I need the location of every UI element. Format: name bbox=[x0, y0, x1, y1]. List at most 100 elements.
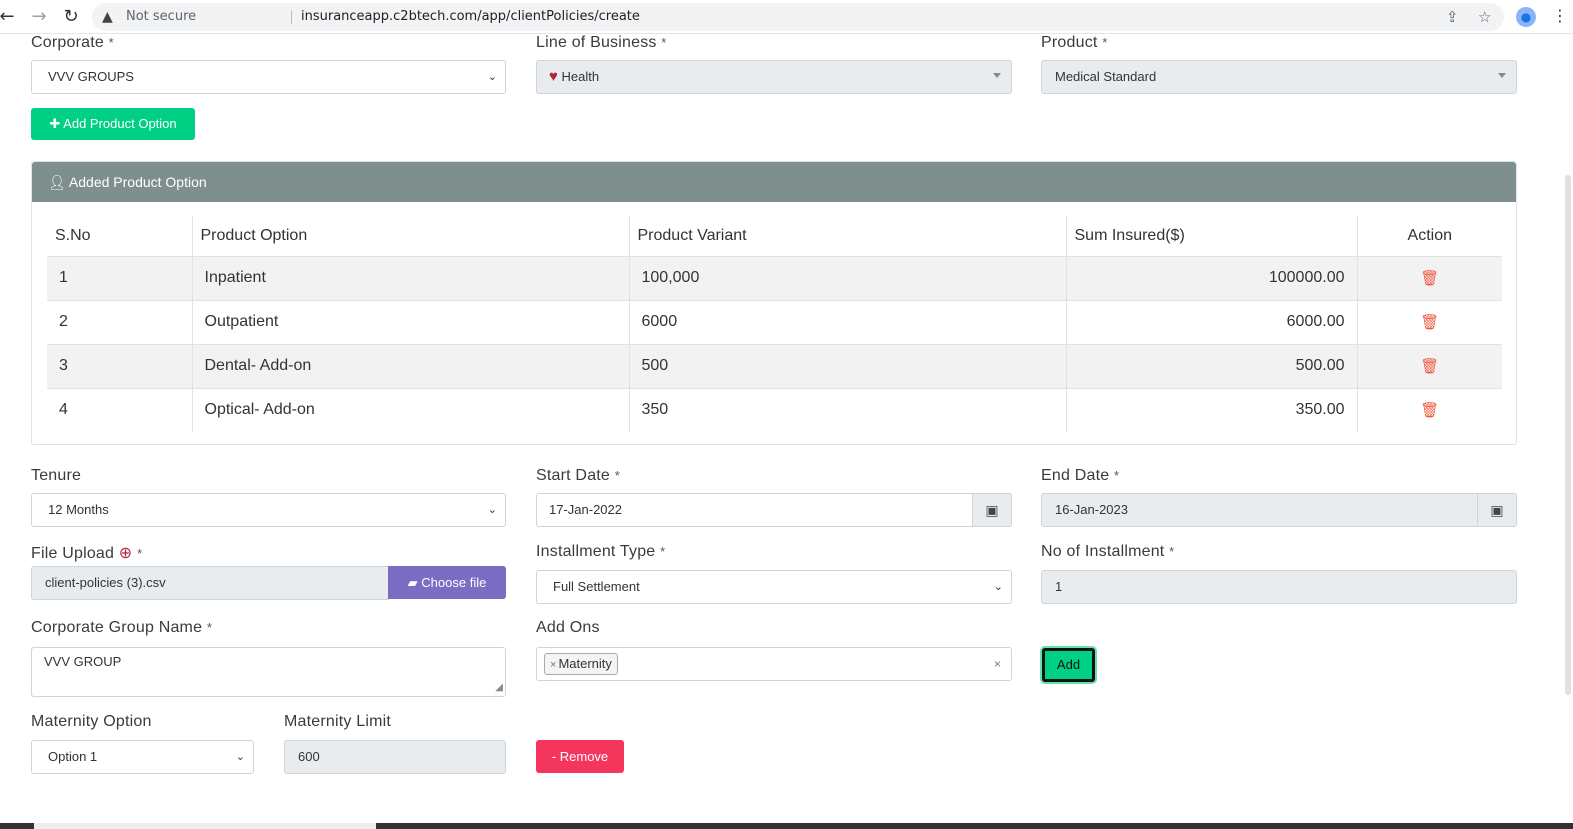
choose-file-button[interactable]: ▰ Choose file bbox=[388, 566, 506, 599]
required-mark: * bbox=[660, 544, 666, 559]
bookmark-star-icon[interactable]: ☆ bbox=[1478, 3, 1491, 31]
cell-sno: 2 bbox=[47, 299, 192, 344]
corporate-group-name-value: VVV GROUP bbox=[44, 654, 122, 669]
tenure-select[interactable]: 12 Months ⌄ bbox=[31, 493, 506, 527]
line-of-business-select[interactable]: ♥ Health bbox=[536, 60, 1012, 94]
cell-sum-insured: 6000.00 bbox=[1065, 299, 1357, 344]
table-row: 3 Dental- Add-on 500 500.00 🗑︎ bbox=[47, 343, 1502, 388]
corporate-value: VVV GROUPS bbox=[48, 69, 134, 84]
maternity-limit-value: 600 bbox=[298, 749, 320, 764]
cell-action: 🗑︎ bbox=[1356, 299, 1502, 344]
file-upload-label-text: File Upload bbox=[31, 545, 115, 562]
cell-product-variant: 350 bbox=[628, 387, 1066, 432]
add-on-tag: × Maternity bbox=[544, 653, 618, 675]
maternity-option-value: Option 1 bbox=[48, 749, 98, 764]
trash-icon[interactable]: 🗑︎ bbox=[1420, 314, 1439, 331]
maternity-limit-input[interactable]: 600 bbox=[284, 740, 506, 774]
table-row: 1 Inpatient 100,000 100000.00 🗑︎ bbox=[47, 255, 1502, 300]
menu-kebab-icon[interactable]: ⋮ bbox=[1552, 6, 1568, 25]
corporate-select[interactable]: VVV GROUPS ⌄ bbox=[31, 60, 506, 94]
chevron-down-icon: ⌄ bbox=[993, 581, 1003, 593]
no-of-installment-label: No of Installment * bbox=[1041, 543, 1174, 561]
table-row: 2 Outpatient 6000 6000.00 🗑︎ bbox=[47, 299, 1502, 344]
installment-type-select[interactable]: Full Settlement ⌄ bbox=[536, 570, 1012, 604]
cell-product-variant: 100,000 bbox=[628, 255, 1066, 300]
plus-icon: ✚ bbox=[49, 116, 61, 131]
line-of-business-label-text: Line of Business bbox=[536, 34, 657, 51]
header-sno: S.No bbox=[47, 216, 192, 257]
add-button[interactable]: Add bbox=[1042, 648, 1095, 682]
end-date-label-text: End Date bbox=[1041, 467, 1110, 484]
product-select[interactable]: Medical Standard bbox=[1041, 60, 1517, 94]
header-product-option: Product Option bbox=[191, 216, 629, 257]
horizontal-scrollbar[interactable] bbox=[34, 823, 376, 829]
cell-product-option: Outpatient bbox=[191, 299, 629, 344]
browser-toolbar: ← → ↻ ▲ Not secure insuranceapp.c2btech.… bbox=[0, 0, 1573, 34]
cell-sno: 1 bbox=[47, 255, 192, 300]
maternity-option-select[interactable]: Option 1 ⌄ bbox=[31, 740, 254, 774]
corporate-label-text: Corporate bbox=[31, 34, 104, 51]
vertical-scrollbar[interactable] bbox=[1565, 175, 1571, 695]
caret-down-icon bbox=[993, 73, 1001, 78]
remove-button[interactable]: - Remove bbox=[536, 740, 624, 773]
start-date-label-text: Start Date bbox=[536, 467, 611, 484]
trash-icon[interactable]: 🗑︎ bbox=[1420, 270, 1439, 287]
resize-handle-icon[interactable]: ◢ bbox=[495, 674, 503, 702]
trash-icon[interactable]: 🗑︎ bbox=[1420, 402, 1439, 419]
required-mark: * bbox=[1169, 544, 1175, 559]
chevron-down-icon: ⌄ bbox=[487, 504, 497, 516]
header-product-variant: Product Variant bbox=[628, 216, 1066, 257]
start-date-input[interactable]: 17-Jan-2022 ▣ bbox=[536, 493, 1012, 527]
corporate-group-name-label-text: Corporate Group Name bbox=[31, 619, 203, 636]
cell-product-option: Optical- Add-on bbox=[191, 387, 629, 432]
start-date-value: 17-Jan-2022 bbox=[549, 502, 622, 517]
maternity-option-label: Maternity Option bbox=[31, 713, 152, 730]
add-on-tag-label: Maternity bbox=[558, 656, 612, 671]
corporate-group-name-textarea[interactable]: VVV GROUP ◢ bbox=[31, 647, 506, 697]
tag-remove-icon[interactable]: × bbox=[550, 659, 556, 671]
share-icon[interactable]: ⇪ bbox=[1446, 3, 1459, 31]
no-of-installment-input[interactable]: 1 bbox=[1041, 570, 1517, 604]
installment-type-label-text: Installment Type bbox=[536, 543, 656, 560]
end-date-input[interactable]: 16-Jan-2023 ▣ bbox=[1041, 493, 1517, 527]
maternity-limit-label: Maternity Limit bbox=[284, 713, 392, 730]
chevron-down-icon: ⌄ bbox=[487, 71, 497, 83]
corporate-group-name-label: Corporate Group Name * bbox=[31, 619, 212, 637]
download-circle-icon[interactable]: ⊕ bbox=[119, 545, 133, 562]
trash-icon[interactable]: 🗑︎ bbox=[1420, 358, 1439, 375]
file-upload-input[interactable]: client-policies (3).csv bbox=[31, 566, 389, 600]
url-text[interactable]: insuranceapp.c2btech.com/app/clientPolic… bbox=[301, 3, 640, 31]
address-bar[interactable]: ▲ Not secure insuranceapp.c2btech.com/ap… bbox=[92, 3, 1504, 31]
corporate-label: Corporate * bbox=[31, 34, 114, 52]
required-mark: * bbox=[1102, 35, 1108, 50]
tenure-label: Tenure bbox=[31, 467, 82, 484]
calendar-icon[interactable]: ▣ bbox=[972, 493, 1012, 527]
installment-type-label: Installment Type * bbox=[536, 543, 665, 561]
forward-icon[interactable]: → bbox=[28, 6, 50, 28]
add-ons-multiselect[interactable]: × Maternity × bbox=[536, 647, 1012, 681]
cell-product-option: Dental- Add-on bbox=[191, 343, 629, 388]
cell-sno: 3 bbox=[47, 343, 192, 388]
bottom-bar bbox=[0, 823, 1573, 829]
calendar-icon[interactable]: ▣ bbox=[1477, 493, 1517, 527]
chevron-down-icon: ⌄ bbox=[235, 751, 245, 763]
cell-sno: 4 bbox=[47, 387, 192, 432]
required-mark: * bbox=[206, 620, 213, 635]
cell-sum-insured: 500.00 bbox=[1065, 343, 1357, 388]
folder-open-icon: ▰ bbox=[407, 575, 418, 590]
required-mark: * bbox=[661, 35, 667, 50]
required-mark: * bbox=[1113, 468, 1120, 483]
required-mark: * bbox=[614, 468, 620, 483]
product-value: Medical Standard bbox=[1055, 69, 1157, 84]
reload-icon[interactable]: ↻ bbox=[60, 6, 82, 28]
clear-icon[interactable]: × bbox=[994, 648, 1001, 680]
profile-avatar-icon[interactable]: ● bbox=[1516, 7, 1536, 27]
tenure-value: 12 Months bbox=[48, 502, 109, 517]
added-product-option-card: 👤︎ Added Product Option S.No Product Opt… bbox=[31, 161, 1517, 445]
choose-file-label: Choose file bbox=[421, 575, 487, 590]
cell-sum-insured: 350.00 bbox=[1065, 387, 1357, 432]
back-icon[interactable]: ← bbox=[0, 6, 18, 28]
cell-action: 🗑︎ bbox=[1356, 343, 1502, 388]
caret-down-icon bbox=[1498, 73, 1506, 78]
add-product-option-button[interactable]: ✚ Add Product Option bbox=[31, 108, 195, 140]
